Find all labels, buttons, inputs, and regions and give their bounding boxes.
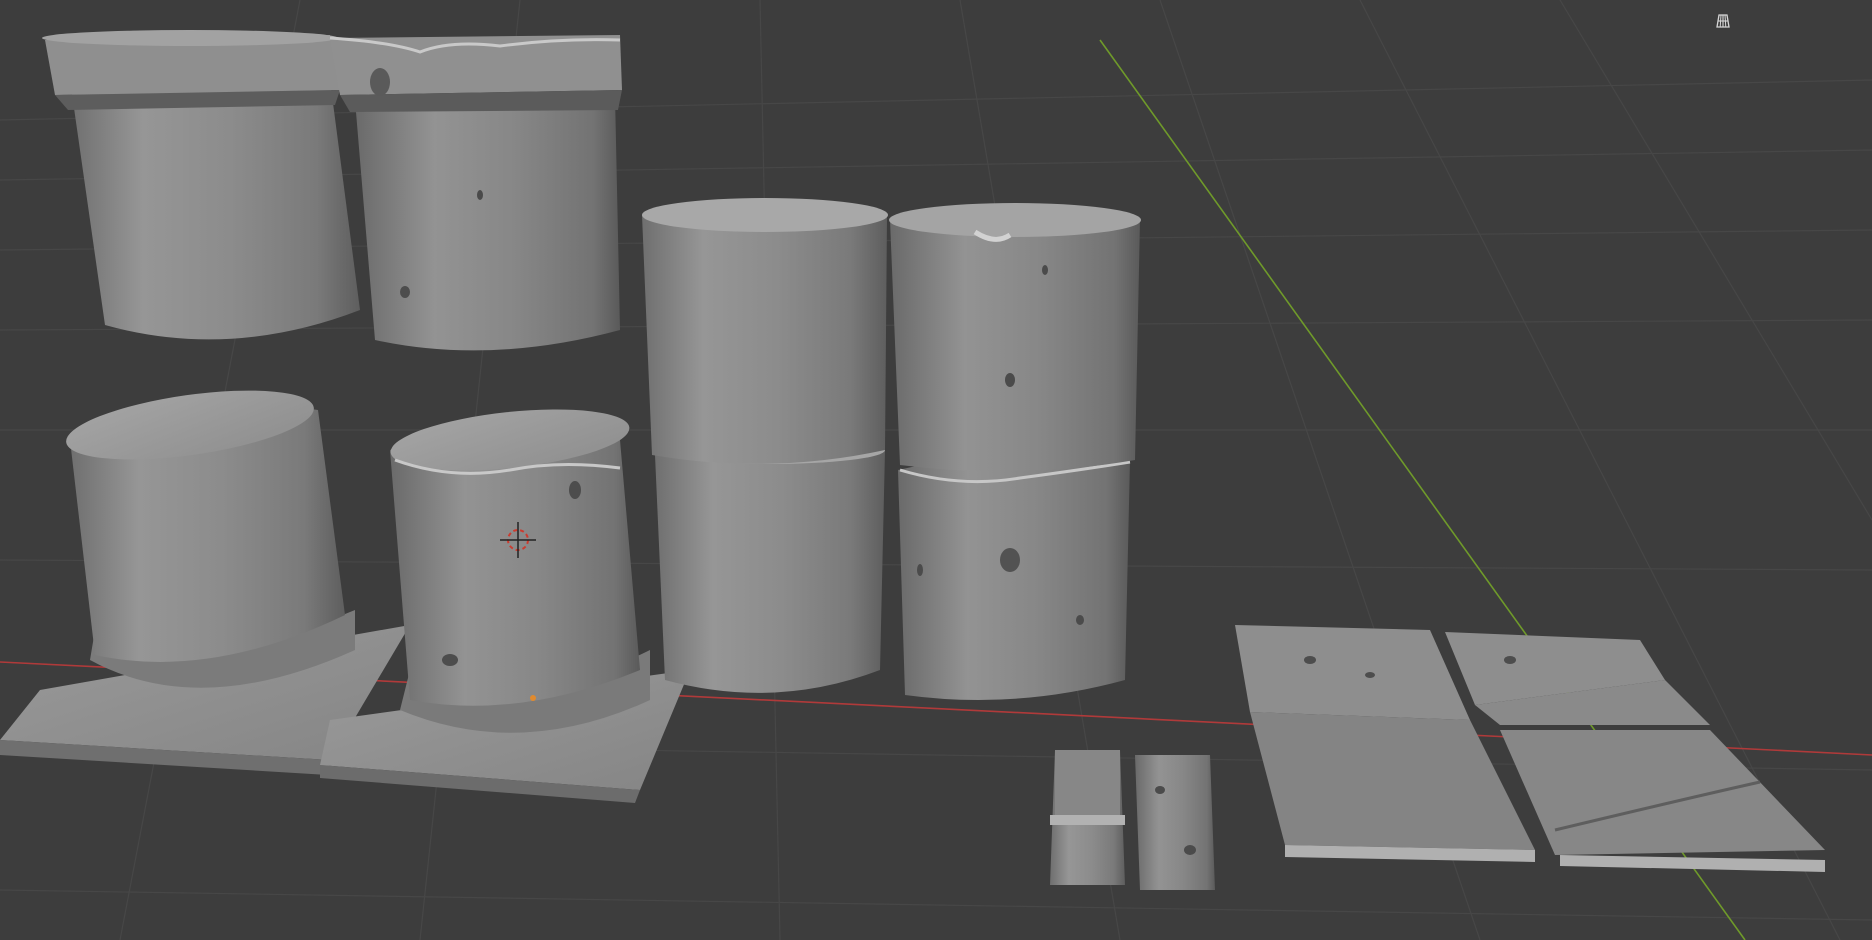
column-drum-clean-lower[interactable] xyxy=(655,436,885,693)
column-drum-clean-upper[interactable] xyxy=(642,198,888,464)
column-drum-damaged-upper[interactable] xyxy=(889,203,1141,472)
origin-marker xyxy=(530,695,536,701)
column-capital-clean[interactable] xyxy=(42,30,360,340)
3d-viewport[interactable] xyxy=(0,0,1872,940)
column-capital-damaged[interactable] xyxy=(329,35,622,351)
grid-floor-toggle-button[interactable] xyxy=(1710,8,1736,34)
column-base-clean[interactable] xyxy=(0,378,410,775)
column-drum-damaged-lower[interactable] xyxy=(898,454,1131,700)
viewport-scene[interactable] xyxy=(0,0,1872,940)
grid-floor-icon xyxy=(1716,14,1730,28)
brick-clean[interactable] xyxy=(1050,750,1125,885)
brick-damaged[interactable] xyxy=(1135,755,1215,890)
column-base-damaged[interactable] xyxy=(320,400,690,803)
